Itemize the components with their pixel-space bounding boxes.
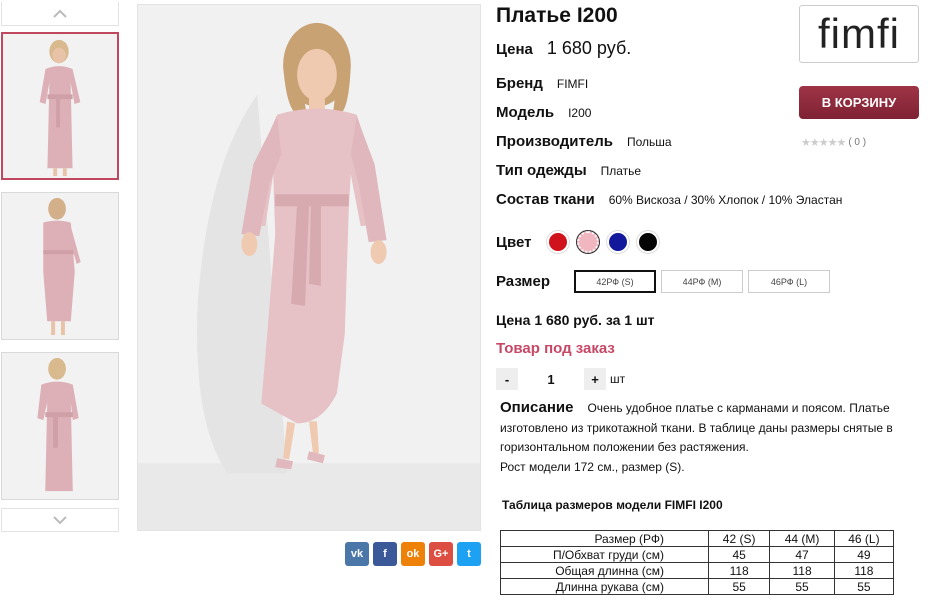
attribute-value: Платье — [600, 164, 642, 178]
size-table-title: Таблица размеров модели FIMFI I200 — [502, 498, 723, 512]
thumbnail-gallery — [1, 0, 119, 604]
table-header-row: Размер (РФ) 42 (S) 44 (M) 46 (L) — [500, 530, 895, 547]
table-cell: Общая длинна (см) — [500, 562, 709, 579]
table-cell: 49 — [833, 546, 895, 563]
attribute-value: Польша — [626, 135, 672, 149]
color-swatch-blue[interactable] — [607, 231, 630, 253]
twitter-share-icon[interactable]: t — [457, 542, 481, 566]
attribute-key: Тип одежды — [496, 162, 587, 179]
vk-share-icon[interactable]: vk — [345, 542, 369, 566]
size-option-s[interactable]: 42РФ (S) — [574, 270, 656, 293]
table-row: Общая длинна (см) 118 118 118 — [500, 562, 895, 579]
table-cell: 45 — [707, 546, 771, 563]
table-row: П/Обхват груди (см) 45 47 49 — [500, 546, 895, 563]
main-product-image[interactable] — [137, 4, 481, 531]
attribute-key: Модель — [496, 104, 555, 121]
rating-count: ( 0 ) — [848, 137, 867, 148]
dress-back-thumbnail-image — [2, 193, 118, 339]
attribute-fabric: Состав ткани 60% Вискоза / 30% Хлопок / … — [496, 191, 842, 208]
rating-stars-icon[interactable]: ★★★★★ — [801, 136, 846, 149]
chevron-up-icon — [53, 9, 67, 18]
quantity-input[interactable]: 1 — [518, 372, 584, 387]
attribute-key: Состав ткани — [496, 191, 595, 208]
order-status: Товар под заказ — [496, 340, 615, 357]
table-cell: Размер (РФ) — [500, 530, 709, 547]
table-cell: Длинна рукава (см) — [500, 578, 709, 595]
price-row: Цена 1 680 руб. — [496, 38, 631, 59]
attribute-value: I200 — [568, 106, 592, 120]
thumbnail-side[interactable] — [1, 352, 119, 500]
size-table: Размер (РФ) 42 (S) 44 (M) 46 (L) П/Обхва… — [500, 530, 895, 595]
size-option-m[interactable]: 44РФ (M) — [661, 270, 743, 293]
product-rating[interactable]: ★★★★★ ( 0 ) — [801, 136, 866, 149]
brand-logo[interactable]: fimfi — [799, 5, 919, 63]
color-label: Цвет — [496, 233, 532, 251]
description-title: Описание — [500, 399, 574, 416]
table-cell: 55 — [707, 578, 771, 595]
dress-side-thumbnail-image — [2, 353, 118, 499]
quantity-stepper: - 1 + шт — [496, 368, 625, 390]
dress-front-thumbnail-image — [3, 34, 117, 178]
color-swatch-black[interactable] — [637, 231, 660, 253]
attribute-model: Модель I200 — [496, 104, 591, 121]
price-label: Цена — [496, 41, 533, 58]
social-share-bar: vk f ok G+ t — [345, 542, 481, 566]
table-cell: 47 — [769, 546, 835, 563]
color-selector: Цвет — [496, 230, 667, 254]
attribute-value: 60% Вискоза / 30% Хлопок / 10% Эластан — [608, 193, 843, 207]
attribute-manufacturer: Производитель Польша — [496, 133, 672, 150]
attribute-clothing-type: Тип одежды Платье — [496, 162, 641, 179]
quantity-unit: шт — [610, 372, 626, 386]
total-price: Цена 1 680 руб. за 1 шт — [496, 312, 655, 328]
size-selector: Размер 42РФ (S) 44РФ (M) 46РФ (L) — [496, 270, 835, 293]
thumbnail-scroll-up-button[interactable] — [1, 2, 119, 26]
google-plus-share-icon[interactable]: G+ — [429, 542, 453, 566]
attribute-key: Производитель — [496, 133, 613, 150]
table-cell: 118 — [769, 562, 835, 579]
facebook-share-icon[interactable]: f — [373, 542, 397, 566]
quantity-increase-button[interactable]: + — [584, 368, 606, 390]
model-info: Рост модели 172 см., размер (S). — [500, 459, 685, 474]
product-title: Платье I200 — [496, 4, 618, 27]
color-swatch-red[interactable] — [547, 231, 570, 253]
table-cell: 42 (S) — [707, 530, 771, 547]
attribute-key: Бренд — [496, 75, 543, 92]
color-swatch-pink[interactable] — [576, 230, 601, 254]
table-cell: П/Обхват груди (см) — [500, 546, 709, 563]
quantity-decrease-button[interactable]: - — [496, 368, 518, 390]
table-row: Длинна рукава (см) 55 55 55 — [500, 578, 895, 595]
table-cell: 118 — [707, 562, 771, 579]
size-option-l[interactable]: 46РФ (L) — [748, 270, 830, 293]
attribute-value: FIMFI — [556, 77, 589, 91]
thumbnail-scroll-down-button[interactable] — [1, 508, 119, 532]
chevron-down-icon — [53, 516, 67, 525]
table-cell: 118 — [833, 562, 895, 579]
add-to-cart-button[interactable]: В КОРЗИНУ — [799, 86, 919, 119]
table-cell: 55 — [769, 578, 835, 595]
thumbnail-back[interactable] — [1, 192, 119, 340]
odnoklassniki-share-icon[interactable]: ok — [401, 542, 425, 566]
thumbnail-front[interactable] — [1, 32, 119, 180]
product-description: Описание Очень удобное платье с карманами… — [500, 398, 930, 477]
table-cell: 44 (M) — [769, 530, 835, 547]
size-label: Размер — [496, 273, 551, 290]
dress-model-photo — [138, 5, 480, 530]
attribute-brand: Бренд FIMFI — [496, 75, 588, 92]
table-cell: 46 (L) — [833, 530, 895, 547]
table-cell: 55 — [833, 578, 895, 595]
price-value: 1 680 руб. — [546, 38, 632, 58]
